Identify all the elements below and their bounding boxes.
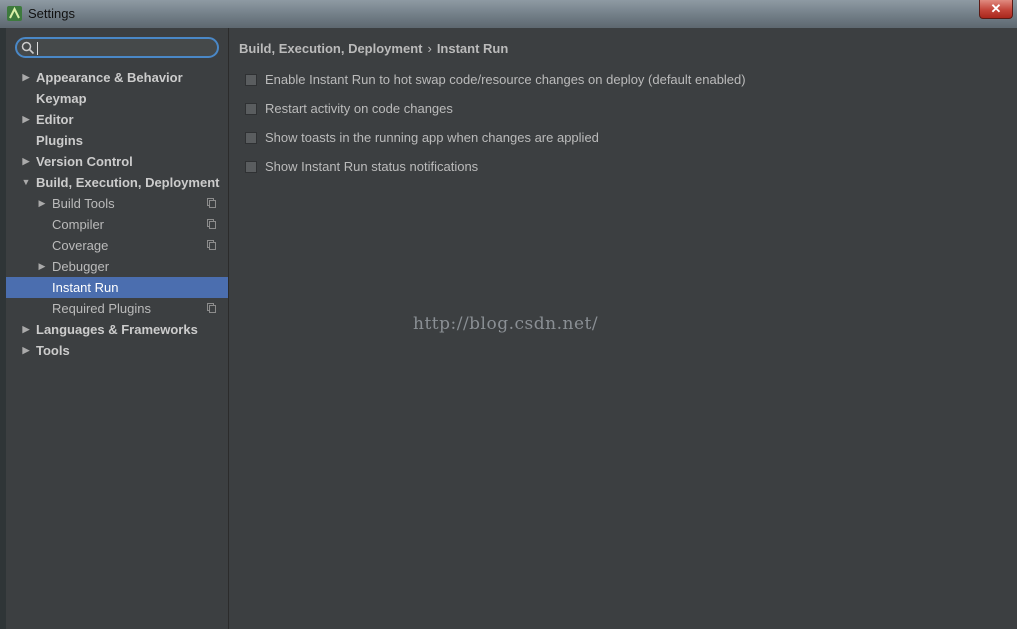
expand-arrow-icon[interactable]: ▶ [21, 340, 31, 361]
breadcrumb-current: Instant Run [436, 41, 509, 56]
sidebar-item-editor[interactable]: ▶ Editor [6, 109, 228, 130]
sidebar-item-label: Plugins [36, 133, 83, 148]
sidebar-item-label: Tools [36, 343, 70, 358]
option-label[interactable]: Enable Instant Run to hot swap code/reso… [265, 70, 746, 90]
sidebar-item-label: Editor [36, 112, 74, 127]
sidebar-item-label: Required Plugins [52, 301, 152, 316]
sidebar-item-plugins[interactable]: Plugins [6, 130, 228, 151]
search-icon [21, 41, 35, 55]
sidebar-item-coverage[interactable]: Coverage [6, 235, 228, 256]
search-input[interactable] [15, 37, 219, 58]
status-notifications-checkbox[interactable] [245, 161, 257, 173]
expand-arrow-icon[interactable]: ▶ [37, 193, 47, 214]
window-title: Settings [28, 6, 75, 21]
sidebar-item-compiler[interactable]: Compiler [6, 214, 228, 235]
sidebar-item-required-plugins[interactable]: Required Plugins [6, 298, 228, 319]
sidebar-item-build-execution-deployment[interactable]: ▼ Build, Execution, Deployment [6, 172, 228, 193]
sidebar-item-keymap[interactable]: Keymap [6, 88, 228, 109]
restart-activity-checkbox[interactable] [245, 103, 257, 115]
breadcrumb: Build, Execution, Deployment › Instant Run [239, 41, 508, 56]
sidebar-item-label: Instant Run [52, 280, 119, 295]
sidebar-item-label: Build, Execution, Deployment [36, 175, 220, 190]
breadcrumb-separator-icon: › [427, 41, 432, 56]
expand-arrow-icon[interactable]: ▶ [21, 109, 31, 130]
sidebar-item-version-control[interactable]: ▶ Version Control [6, 151, 228, 172]
collapse-arrow-icon[interactable]: ▼ [21, 172, 31, 193]
sidebar-item-label: Coverage [52, 238, 109, 253]
sidebar-item-instant-run[interactable]: Instant Run [6, 277, 228, 298]
project-settings-icon [207, 219, 216, 229]
expand-arrow-icon[interactable]: ▶ [21, 67, 31, 88]
settings-content-panel: Build, Execution, Deployment › Instant Run… [229, 28, 1017, 629]
breadcrumb-parent: Build, Execution, Deployment [239, 41, 423, 56]
sidebar-item-label: Languages & Frameworks [36, 322, 198, 337]
project-settings-icon [207, 198, 216, 208]
expand-arrow-icon[interactable]: ▶ [21, 151, 31, 172]
sidebar-item-label: Debugger [52, 259, 110, 274]
sidebar-item-label: Appearance & Behavior [36, 70, 183, 85]
close-icon: ✕ [990, 1, 1002, 16]
option-label[interactable]: Show Instant Run status notifications [265, 157, 478, 177]
project-settings-icon [207, 240, 216, 250]
project-settings-icon [207, 303, 216, 313]
expand-arrow-icon[interactable]: ▶ [21, 319, 31, 340]
sidebar-item-label: Build Tools [52, 196, 115, 211]
watermark-text: http://blog.csdn.net/ [413, 314, 599, 334]
show-toasts-checkbox[interactable] [245, 132, 257, 144]
sidebar-item-debugger[interactable]: ▶ Debugger [6, 256, 228, 277]
android-studio-icon [7, 6, 22, 21]
sidebar-item-label: Version Control [36, 154, 133, 169]
expand-arrow-icon[interactable]: ▶ [37, 256, 47, 277]
option-label[interactable]: Show toasts in the running app when chan… [265, 128, 599, 148]
text-caret [37, 42, 38, 55]
sidebar-item-build-tools[interactable]: ▶ Build Tools [6, 193, 228, 214]
option-label[interactable]: Restart activity on code changes [265, 99, 453, 119]
sidebar-item-languages-frameworks[interactable]: ▶ Languages & Frameworks [6, 319, 228, 340]
settings-sidebar: ▶ Appearance & Behavior Keymap ▶ Editor … [6, 28, 229, 629]
sidebar-item-tools[interactable]: ▶ Tools [6, 340, 228, 361]
sidebar-item-label: Compiler [52, 217, 105, 232]
enable-instant-run-checkbox[interactable] [245, 74, 257, 86]
window-titlebar: Settings ✕ [0, 0, 1017, 29]
sidebar-item-appearance-behavior[interactable]: ▶ Appearance & Behavior [6, 67, 228, 88]
close-button[interactable]: ✕ [979, 0, 1013, 19]
sidebar-item-label: Keymap [36, 91, 87, 106]
